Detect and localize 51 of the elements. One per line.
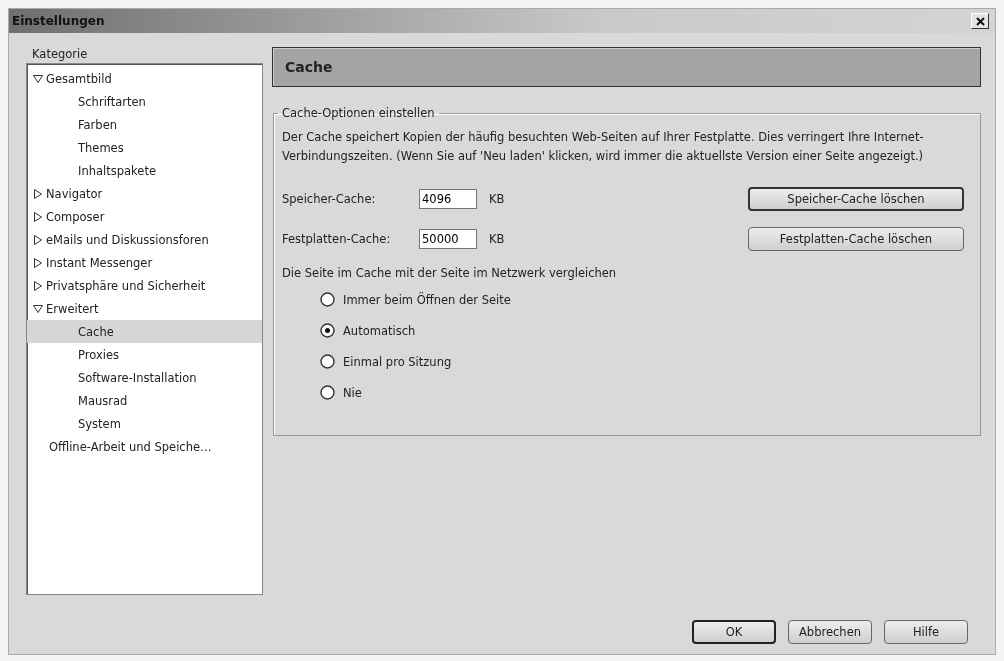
tree-item[interactable]: Mausrad [27,389,262,412]
unit-label: KB [489,192,506,206]
category-label: Kategorie [31,47,89,63]
radio-label[interactable]: Nie [343,385,362,400]
input-field[interactable]: 50000 [419,229,477,249]
tree-item[interactable]: Erweitert [27,297,262,320]
compare-label: Die Seite im Cache mit der Seite im Netzwerk vergleichen [282,266,618,280]
dialog-button[interactable]: Hilfe [884,620,968,644]
tree-item[interactable]: Privatsphäre und Sicherheit [27,274,262,297]
window-title: Einstellungen [12,14,105,28]
field-label: Festplatten-Cache: [282,232,392,246]
tree-item[interactable]: eMails und Diskussionsforen [27,228,262,251]
tree-item[interactable]: Software-Installation [27,366,262,389]
collapsed-triangle-icon[interactable] [33,280,43,291]
description-text: Der Cache speichert Kopien der häufig besuchten Web-Seiten auf Ihrer Festplatte. Dies verringert Ihre Internet-Verbindungszeiten. (Wenn Sie auf 'Neu laden' klicken, wird immer die aktuellste Version einer Seite angezeigt.) [282,129,925,165]
tree-item[interactable]: Instant Messenger [27,251,262,274]
input-field[interactable]: 4096 [419,189,477,209]
radio-button[interactable] [320,385,335,400]
clear-cache-button[interactable]: Festplatten-Cache löschen [748,227,964,251]
tree-item[interactable]: System [27,412,262,435]
tree-item[interactable]: Proxies [27,343,262,366]
dialog-button[interactable]: Abbrechen [788,620,872,644]
tree-item[interactable]: Inhaltspakete [27,159,262,182]
tree-item[interactable]: Themes [27,136,262,159]
collapsed-triangle-icon[interactable] [33,211,43,222]
close-button[interactable] [971,13,989,29]
radio-button[interactable] [320,354,335,369]
tree-item[interactable]: Cache [27,320,262,343]
tree-item[interactable]: Navigator [27,182,262,205]
clear-cache-button[interactable]: Speicher-Cache löschen [748,187,964,211]
collapsed-triangle-icon[interactable] [33,257,43,268]
unit-label: KB [489,232,506,246]
close-icon [975,16,985,26]
radio-button[interactable] [320,323,335,338]
expanded-triangle-icon[interactable] [33,73,43,84]
tree-item[interactable]: Composer [27,205,262,228]
radio-label[interactable]: Einmal pro Sitzung [343,354,452,369]
tree-item[interactable]: Farben [27,113,262,136]
radio-label[interactable]: Immer beim Öffnen der Seite [343,292,511,307]
radio-button[interactable] [320,292,335,307]
tree-item[interactable]: Offline-Arbeit und Speiche… [27,435,262,458]
collapsed-triangle-icon[interactable] [33,234,43,245]
field-label: Speicher-Cache: [282,192,377,206]
panel-header: Cache [272,47,981,87]
tree-item[interactable]: Gesamtbild [27,67,262,90]
group-legend: Cache-Optionen einstellen [278,106,439,120]
collapsed-triangle-icon[interactable] [33,188,43,199]
tree-item[interactable]: Schriftarten [27,90,262,113]
radio-label[interactable]: Automatisch [343,323,416,338]
dialog-button[interactable]: OK [692,620,776,644]
expanded-triangle-icon[interactable] [33,303,43,314]
